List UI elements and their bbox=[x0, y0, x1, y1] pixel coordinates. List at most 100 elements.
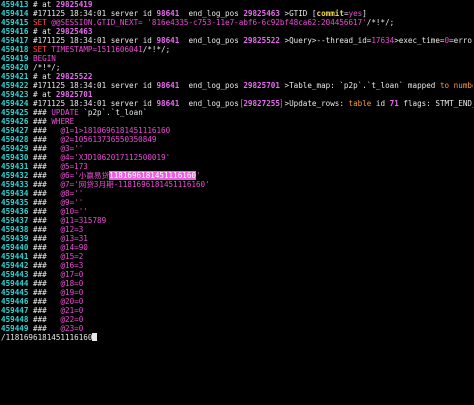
line-number: 459424 bbox=[1, 99, 34, 108]
line-segment: @13=31 bbox=[60, 234, 88, 243]
line-segment: # at bbox=[33, 90, 56, 99]
terminal-line: 459434 ### @8='' bbox=[1, 189, 473, 198]
line-number: 459437 bbox=[1, 216, 34, 225]
terminal-line: 459427 ### @1=1>1810696181451116160 bbox=[1, 126, 473, 135]
line-segment: 29825522 bbox=[55, 72, 93, 81]
terminal-line: 459448 ### @22=0 bbox=[1, 315, 473, 324]
line-segment: ### bbox=[33, 324, 61, 333]
line-segment: #171125 18:34:01 server id bbox=[33, 9, 157, 18]
line-segment: commit bbox=[316, 9, 344, 18]
line-segment: @9='' bbox=[60, 198, 84, 207]
terminal-line: 459449 ### @23=0 bbox=[1, 324, 473, 333]
terminal-line: 459421 # at 29825522 bbox=[1, 72, 473, 81]
line-segment: @23=0 bbox=[60, 324, 84, 333]
line-segment: >Table_map: `p2p`.`t_loan` mapped bbox=[279, 81, 440, 90]
line-segment: ### bbox=[33, 243, 61, 252]
line-segment: SET bbox=[33, 45, 52, 54]
terminal-line: 459445 ### @19=0 bbox=[1, 288, 473, 297]
line-segment: @10='' bbox=[60, 207, 88, 216]
line-segment: end_log_pos bbox=[179, 9, 244, 18]
line-segment: TIMESTAMP=1511606041 bbox=[51, 45, 143, 54]
line-segment: flags: STMT_END_F bbox=[398, 99, 473, 108]
line-number: 459447 bbox=[1, 306, 34, 315]
line-number: 459439 bbox=[1, 234, 34, 243]
line-segment: id bbox=[371, 99, 390, 108]
line-number: 459415 bbox=[1, 18, 34, 27]
line-segment: ### bbox=[33, 135, 61, 144]
line-segment: @11=315789 bbox=[60, 216, 107, 225]
line-segment: '816e4335-c753-11e7-abf6-6c92bf48ca62:20… bbox=[142, 18, 367, 27]
line-segment: 98641 bbox=[156, 9, 180, 18]
terminal-line: 459417 #171125 18:34:01 server id 98641 … bbox=[1, 36, 473, 45]
line-segment: # at bbox=[33, 72, 56, 81]
line-segment: ### bbox=[33, 234, 61, 243]
terminal-line: 459424 #171125 18:34:01 server id 98641 … bbox=[1, 99, 473, 108]
line-number: 459419 bbox=[1, 54, 34, 63]
line-segment: @3='' bbox=[60, 144, 84, 153]
line-segment: 17634 bbox=[371, 36, 395, 45]
terminal-line: 459422 #171125 18:34:01 server id 98641 … bbox=[1, 81, 473, 90]
terminal-line: 459415 SET @@SESSION.GTID_NEXT= '816e433… bbox=[1, 18, 473, 27]
terminal-line: 459443 ### @17=0 bbox=[1, 270, 473, 279]
terminal-line: 459444 ### @18=0 bbox=[1, 279, 473, 288]
line-segment: 1181696181451116160 bbox=[109, 171, 196, 180]
line-segment: WHERE bbox=[51, 117, 75, 126]
line-segment: # at bbox=[33, 27, 56, 36]
line-segment: @@SESSION.GTID_NEXT= bbox=[51, 18, 143, 27]
terminal-line: 459439 ### @13=31 bbox=[1, 234, 473, 243]
line-segment: 29825701 bbox=[243, 81, 280, 90]
line-number: 459446 bbox=[1, 297, 34, 306]
line-segment: =error_code= bbox=[449, 36, 473, 45]
line-segment: >Query>--thread_id= bbox=[279, 36, 372, 45]
line-number: 459421 bbox=[1, 72, 34, 81]
terminal-line: 459431 ### @5=173 bbox=[1, 162, 473, 171]
line-number: 459417 bbox=[1, 36, 34, 45]
line-segment: to bbox=[439, 81, 450, 90]
line-number: 459440 bbox=[1, 243, 34, 252]
line-segment: #171125 18:34:01 server id bbox=[33, 81, 157, 90]
line-number: 459418 bbox=[1, 45, 34, 54]
line-segment: 98641 bbox=[156, 81, 180, 90]
line-segment: >exec_time= bbox=[394, 36, 445, 45]
line-segment: @16=3 bbox=[60, 261, 84, 270]
terminal-window[interactable]: 459413 # at 29825419 459414 #171125 18:34… bbox=[1, 0, 473, 405]
line-segment: end_log_pos bbox=[179, 81, 244, 90]
line-number: 459443 bbox=[1, 270, 34, 279]
line-segment: ### bbox=[33, 270, 61, 279]
line-segment: table bbox=[348, 99, 372, 108]
line-number: 459427 bbox=[1, 126, 34, 135]
line-segment: >GTID [ bbox=[279, 9, 317, 18]
line-segment: yes bbox=[348, 9, 363, 18]
line-segment: @17=0 bbox=[60, 270, 84, 279]
terminal-line: 459428 ### @2=105613736550350849 bbox=[1, 135, 473, 144]
text-cursor bbox=[92, 333, 98, 341]
line-segment: >Update_rows: bbox=[279, 99, 349, 108]
terminal-line: 459432 ### @6='小赢易贷1181696181451116160' bbox=[1, 171, 473, 180]
terminal-line: 459430 ### @4='XJD1062017112500019' bbox=[1, 153, 473, 162]
terminal-line: 459416 # at 29825463 bbox=[1, 27, 473, 36]
line-segment: 29825463 bbox=[243, 9, 280, 18]
line-number: 459434 bbox=[1, 189, 34, 198]
line-segment: ### bbox=[33, 189, 61, 198]
line-segment: # at bbox=[33, 0, 56, 9]
command-line[interactable]: /1181696181451116160 bbox=[1, 333, 473, 342]
line-number: 459429 bbox=[1, 144, 34, 153]
line-segment: @22=0 bbox=[60, 315, 84, 324]
line-segment: 29825463 bbox=[55, 27, 93, 36]
line-number: 459445 bbox=[1, 288, 34, 297]
line-segment: @12=3 bbox=[60, 225, 84, 234]
line-segment: ### bbox=[33, 297, 61, 306]
terminal-line: 459418 SET TIMESTAMP=1511606041/*!*/; bbox=[1, 45, 473, 54]
line-segment: @18=0 bbox=[60, 279, 84, 288]
line-segment: 29825522 bbox=[243, 36, 280, 45]
line-segment: `p2p`.`t_loan` bbox=[83, 108, 148, 117]
line-number: 459425 bbox=[1, 108, 34, 117]
line-number: 459436 bbox=[1, 207, 34, 216]
terminal-line: 459414 #171125 18:34:01 server id 98641 … bbox=[1, 9, 473, 18]
line-segment: SET bbox=[33, 18, 52, 27]
line-number: 459438 bbox=[1, 225, 34, 234]
terminal-line: 459435 ### @9='' bbox=[1, 198, 473, 207]
line-number: 459416 bbox=[1, 27, 34, 36]
terminal-line: 459447 ### @21=0 bbox=[1, 306, 473, 315]
line-segment: number bbox=[453, 81, 473, 90]
